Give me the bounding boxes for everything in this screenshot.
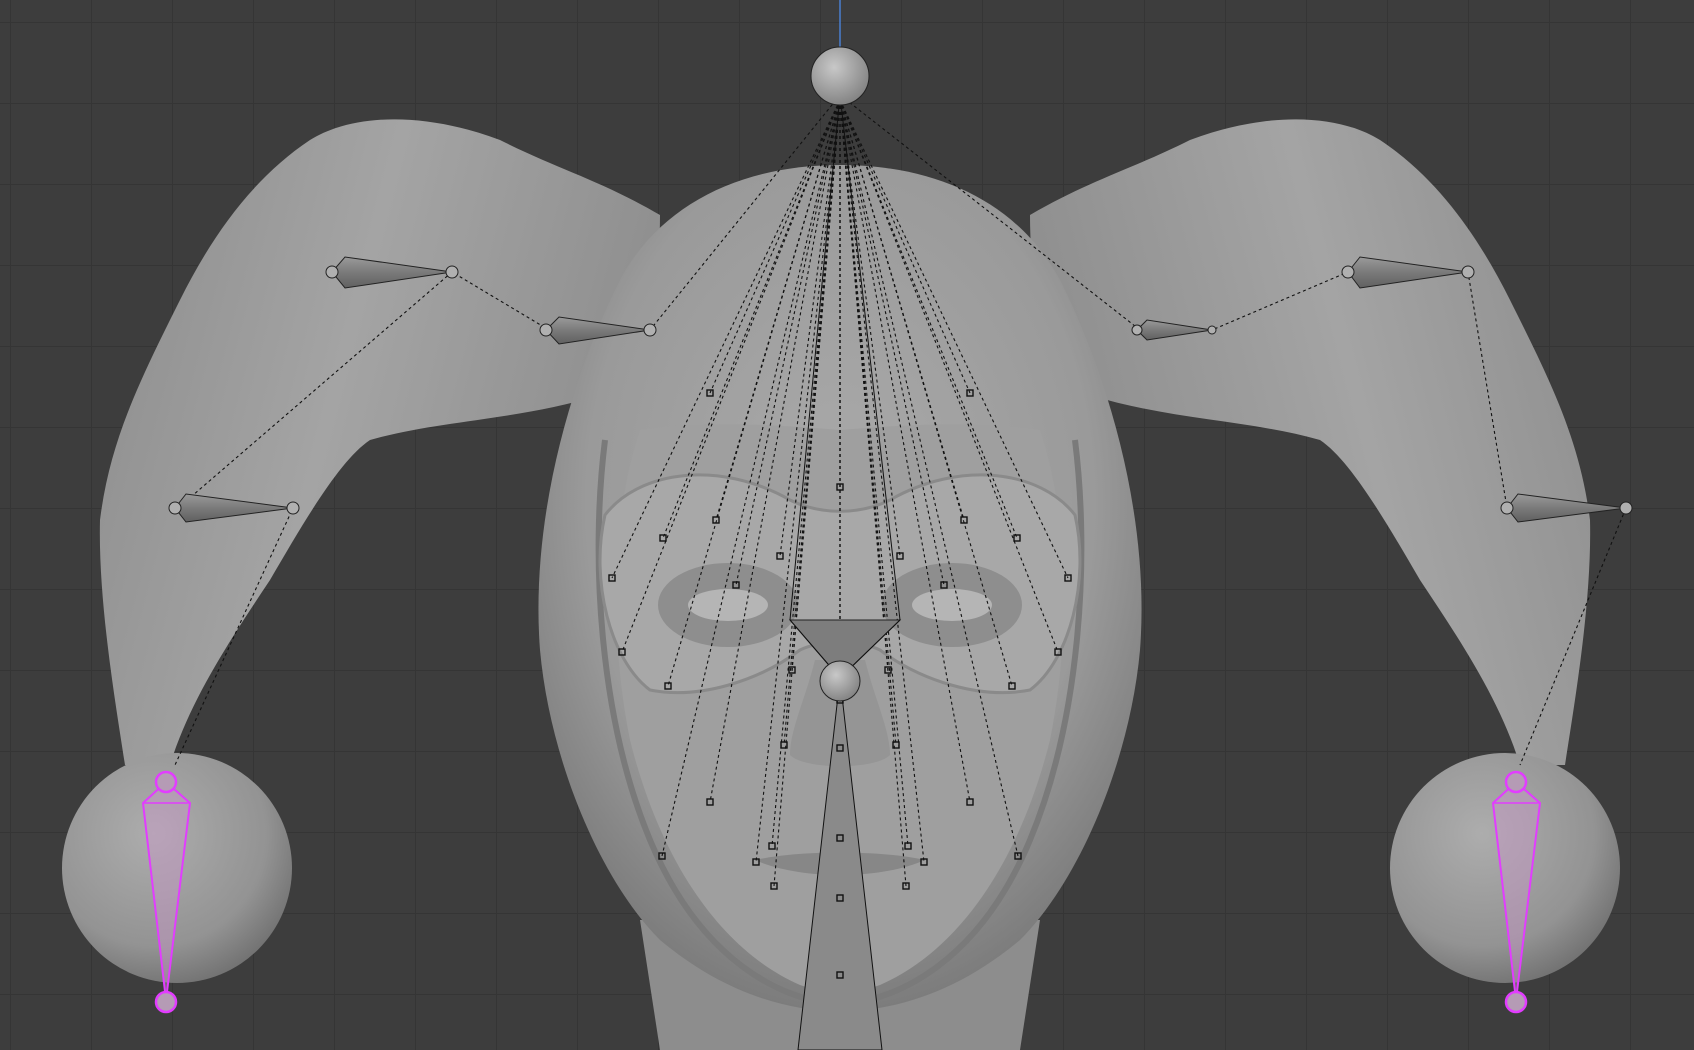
left-eyeball — [688, 589, 768, 621]
head-control-sphere[interactable] — [810, 46, 870, 106]
nose-control-sphere[interactable] — [819, 660, 861, 702]
right-eyeball — [912, 589, 992, 621]
3d-viewport[interactable] — [0, 0, 1694, 1050]
viewport-scene[interactable] — [0, 0, 1694, 1050]
